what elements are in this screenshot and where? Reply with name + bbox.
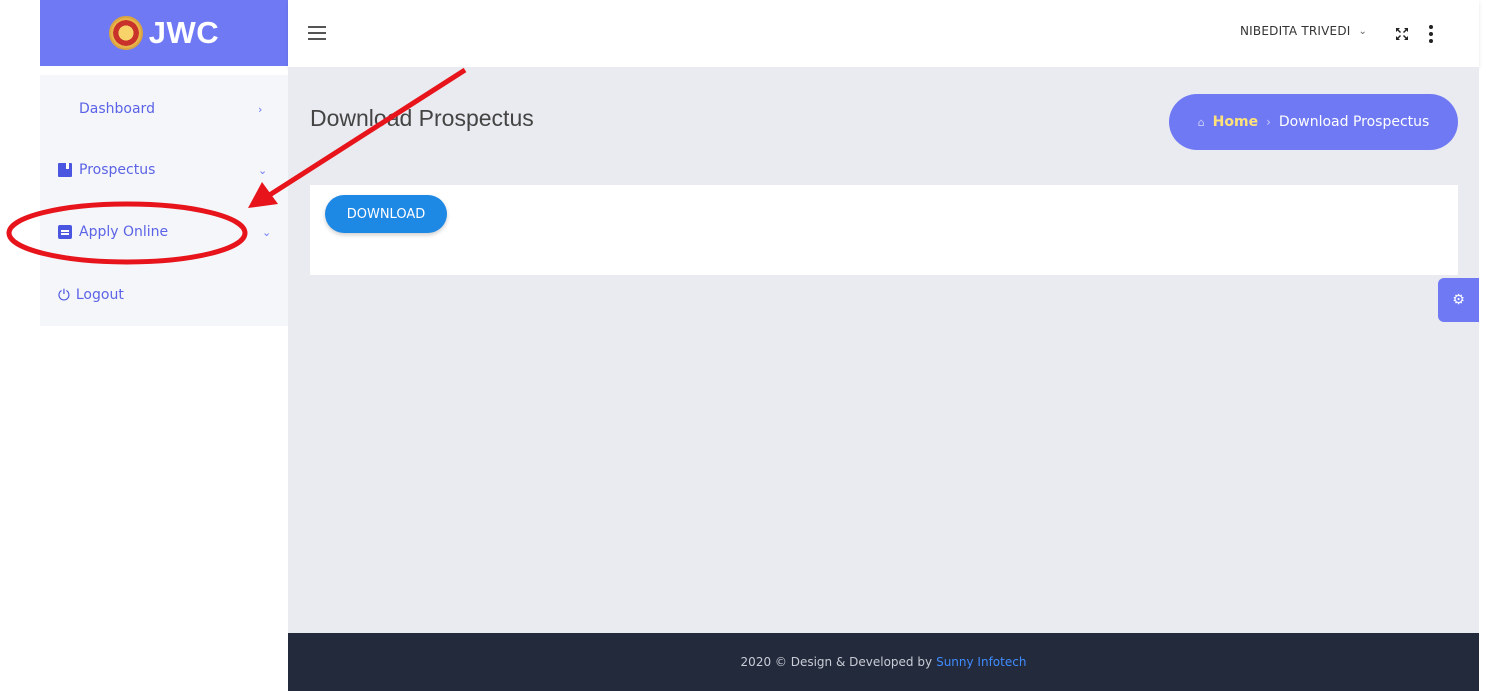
chevron-right-icon: › bbox=[258, 102, 263, 116]
sidebar-item-prospectus[interactable]: Prospectus ⌄ bbox=[40, 150, 288, 190]
sidebar-item-label: Apply Online bbox=[79, 224, 169, 240]
more-vertical-icon[interactable] bbox=[1428, 25, 1434, 43]
app-window: JWC NIBEDITA TRIVEDI ⌄ Dashboard › Prosp… bbox=[0, 0, 1486, 691]
sidebar-item-apply-online[interactable]: Apply Online ⌄ bbox=[40, 212, 288, 252]
page-title: Download Prospectus bbox=[310, 105, 534, 131]
footer-company-link[interactable]: Sunny Infotech bbox=[936, 655, 1026, 669]
breadcrumb-home-link[interactable]: Home bbox=[1213, 114, 1258, 130]
logo[interactable]: JWC bbox=[40, 0, 288, 66]
gear-icon: ⚙ bbox=[1452, 292, 1465, 308]
fullscreen-icon[interactable] bbox=[1394, 26, 1410, 42]
menu-toggle-icon[interactable] bbox=[308, 26, 326, 40]
download-card: DOWNLOAD bbox=[310, 185, 1458, 275]
college-emblem-icon bbox=[108, 16, 143, 50]
footer: 2020 © Design & Developed by Sunny Infot… bbox=[288, 633, 1479, 691]
logo-text: JWC bbox=[148, 15, 220, 50]
footer-text: 2020 © Design & Developed by bbox=[740, 655, 933, 669]
sidebar: Dashboard › Prospectus ⌄ Apply Online ⌄ … bbox=[40, 75, 288, 326]
sidebar-item-logout[interactable]: ⏻ Logout bbox=[40, 275, 288, 315]
sidebar-item-dashboard[interactable]: Dashboard › bbox=[40, 89, 288, 129]
dashboard-icon bbox=[58, 102, 72, 116]
sidebar-item-label: Prospectus bbox=[79, 162, 156, 178]
sidebar-item-label: Logout bbox=[75, 287, 124, 303]
main-content: Download Prospectus ⌂ Home › Download Pr… bbox=[288, 67, 1479, 633]
chevron-down-icon: ⌄ bbox=[262, 225, 272, 239]
top-bar: NIBEDITA TRIVEDI ⌄ bbox=[288, 0, 1479, 67]
user-name: NIBEDITA TRIVEDI bbox=[1240, 24, 1351, 38]
home-icon: ⌂ bbox=[1197, 115, 1205, 129]
chevron-down-icon: ⌄ bbox=[1358, 25, 1368, 37]
breadcrumb-current: Download Prospectus bbox=[1278, 114, 1430, 130]
breadcrumb: ⌂ Home › Download Prospectus bbox=[1169, 94, 1458, 150]
user-menu[interactable]: NIBEDITA TRIVEDI ⌄ bbox=[1240, 24, 1367, 38]
breadcrumb-separator-icon: › bbox=[1266, 115, 1271, 129]
download-button[interactable]: DOWNLOAD bbox=[325, 195, 447, 233]
clipboard-icon bbox=[58, 225, 72, 239]
book-icon bbox=[58, 163, 72, 177]
chevron-down-icon: ⌄ bbox=[258, 163, 268, 177]
settings-tab[interactable]: ⚙ bbox=[1438, 278, 1479, 322]
power-icon: ⏻ bbox=[58, 286, 70, 304]
sidebar-item-label: Dashboard bbox=[79, 101, 155, 117]
